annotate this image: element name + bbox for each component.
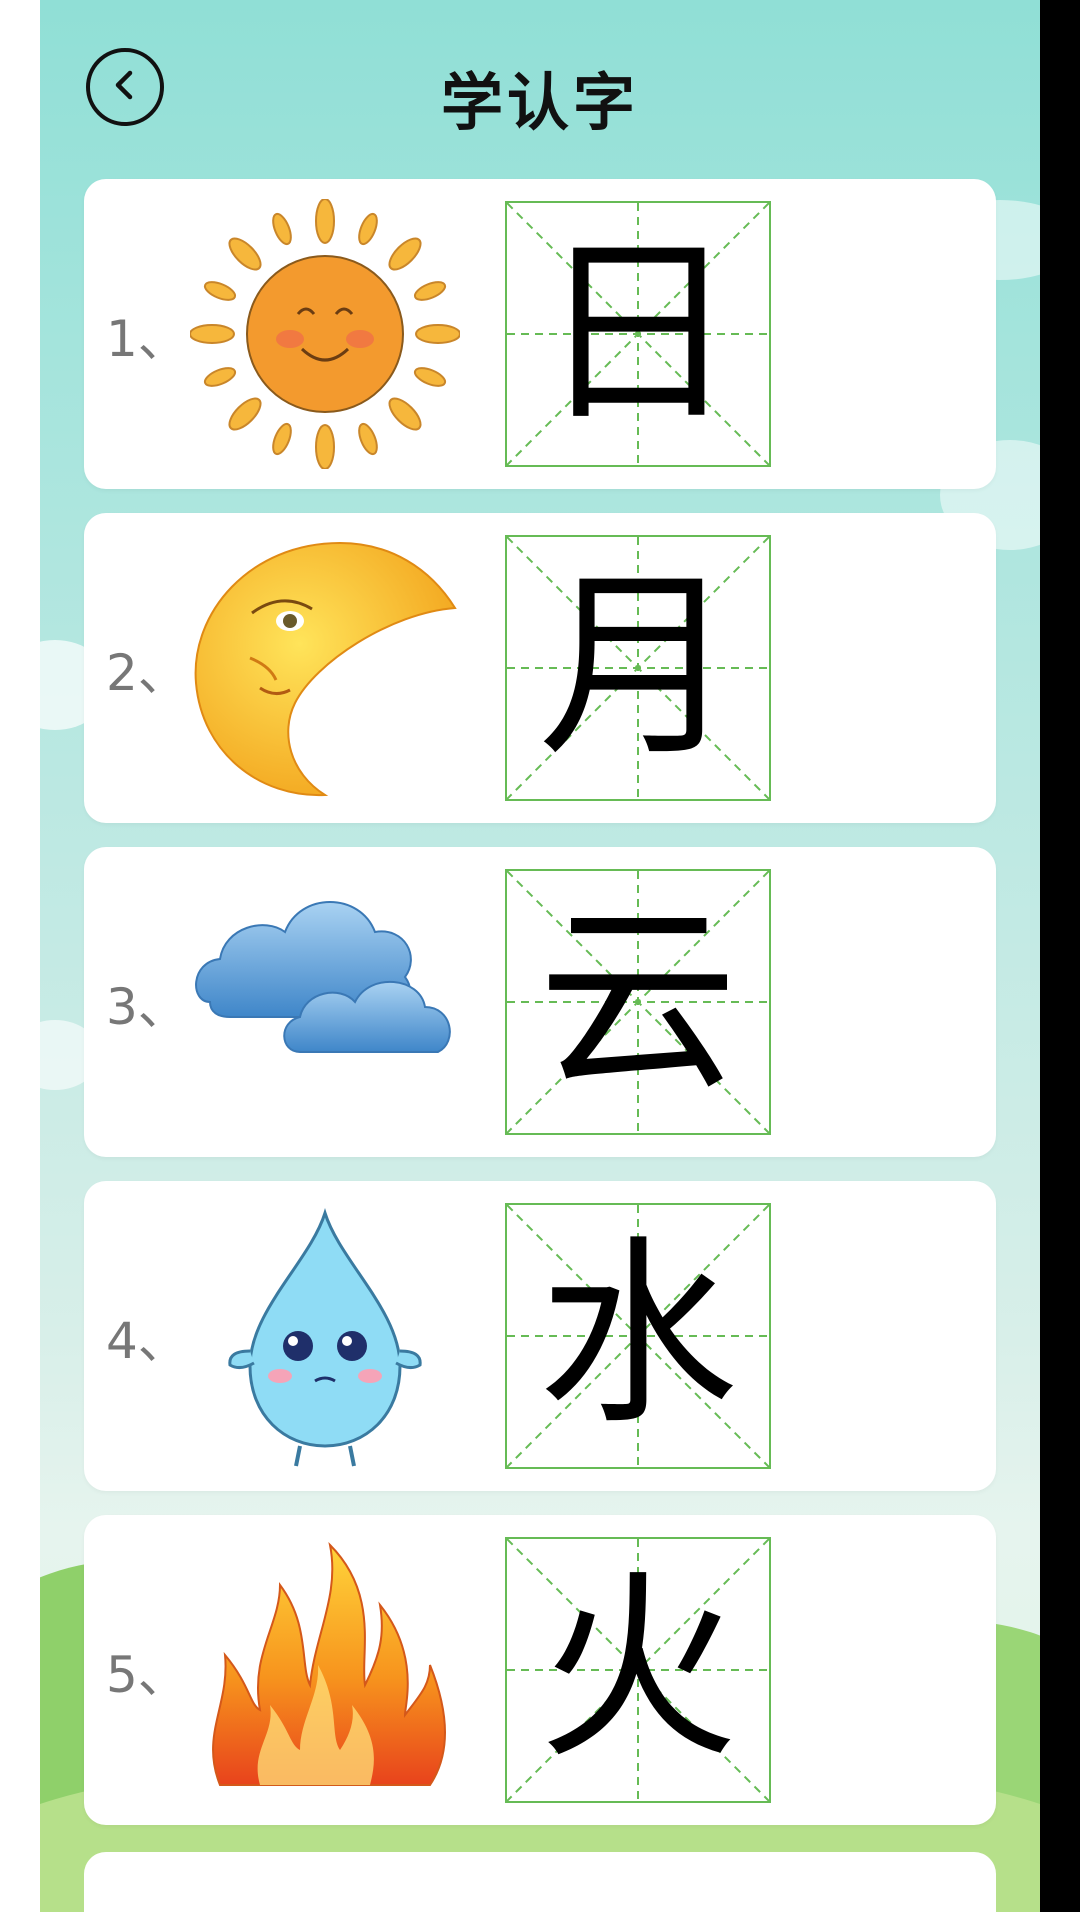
card-index: 3、 [106,978,188,1036]
app-screen: 学认字 1、 日 2、 月 3、 云 4、 水 5、 火 [40,0,1040,1912]
character-card[interactable]: 5、 火 [84,1515,996,1825]
cloud-icon [190,867,460,1137]
character-card[interactable]: 2、 月 [84,513,996,823]
tianzige-grid: 火 [505,1537,771,1803]
sun-icon [189,198,461,470]
screen-bottom-edge [0,1912,1080,1920]
chinese-character: 火 [537,1553,738,1786]
tianzige-grid: 水 [505,1203,771,1469]
card-index: 1、 [106,310,188,368]
character-card[interactable]: 1、 日 [84,179,996,489]
tianzige-grid: 日 [505,201,771,467]
character-card[interactable]: 3、 云 [84,847,996,1157]
moon-icon [190,533,460,803]
card-index: 5、 [106,1646,188,1704]
tianzige-grid: 云 [505,869,771,1135]
card-index: 4、 [106,1312,188,1370]
card-index: 2、 [106,644,188,702]
tianzige-grid: 月 [505,535,771,801]
chinese-character: 日 [537,217,738,450]
fire-icon [190,1535,460,1805]
chinese-character: 月 [537,551,738,784]
screen-edge [1040,0,1080,1920]
character-card[interactable]: 4、 水 [84,1181,996,1491]
chinese-character: 水 [537,1219,738,1452]
header: 学认字 [40,0,1040,170]
character-card-partial[interactable] [84,1852,996,1912]
page-title: 学认字 [440,66,639,139]
chinese-character: 云 [537,885,738,1118]
water-drop-icon [190,1201,460,1471]
